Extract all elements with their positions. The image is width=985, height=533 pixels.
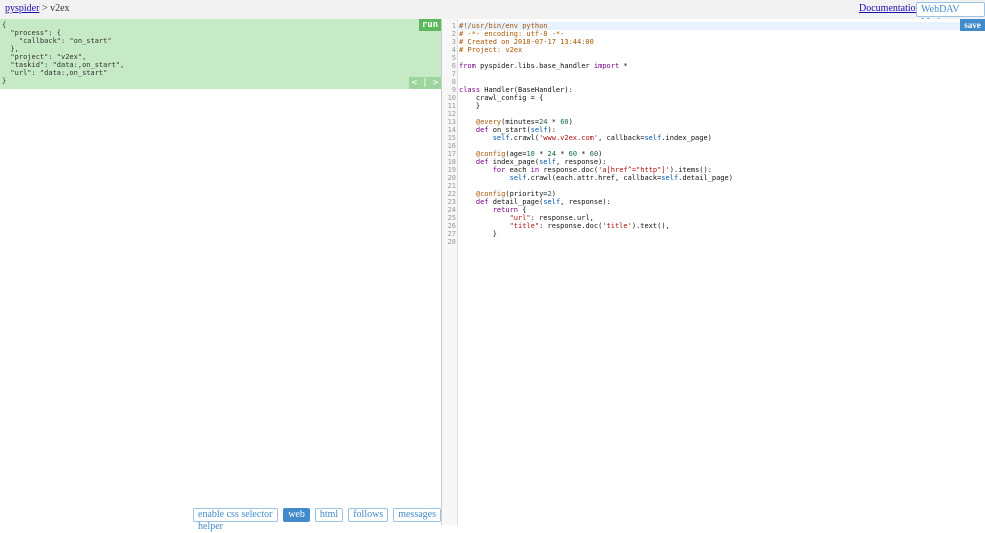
- task-json-line: "project": "v2ex",: [2, 53, 87, 61]
- line-number: 20: [447, 174, 456, 182]
- code-line: }: [459, 230, 497, 238]
- code-line: def on_start(self):: [475, 126, 556, 134]
- code-line: self.crawl('www.v2ex.com', callback=self…: [492, 134, 712, 142]
- task-json-line: "callback": "on_start": [2, 37, 112, 45]
- line-number-gutter: 1 2 3 4 5 6 7 8 9 10 11 12 13 14 15 16 17 18 19 20 21 22 23 24 2…: [442, 19, 458, 525]
- top-bar: pyspider > v2ex Documentation WebDAV Mod…: [0, 0, 985, 28]
- task-json-line: }: [2, 77, 7, 85]
- line-number: 7: [451, 70, 456, 78]
- line-number: 9: [451, 86, 456, 94]
- code-line: for each in response.doc('a[href^="http"…: [492, 166, 712, 174]
- line-number: 28: [447, 238, 456, 246]
- line-number: 15: [447, 134, 456, 142]
- task-json-panel[interactable]: { "process": { "callback": "on_start" },…: [0, 19, 441, 89]
- run-button[interactable]: run: [419, 19, 441, 31]
- line-number: 1: [451, 22, 456, 30]
- code-line: @every(minutes=24 * 60): [475, 118, 573, 126]
- line-number: 14: [447, 126, 456, 134]
- line-number: 11: [447, 102, 456, 110]
- debug-panel: { "process": { "callback": "on_start" },…: [0, 19, 441, 532]
- code-line: crawl_config = {: [459, 94, 544, 102]
- code-line: "url": response.url,: [509, 214, 594, 222]
- code-line: # Project: v2ex: [459, 46, 523, 54]
- line-number: 3: [451, 38, 456, 46]
- line-number: 17: [447, 150, 456, 158]
- tab-messages[interactable]: messages: [393, 508, 441, 522]
- line-number: 8: [451, 78, 456, 86]
- tab-html[interactable]: html: [314, 508, 344, 522]
- code-line: @config(age=10 * 24 * 60 * 60): [475, 150, 603, 158]
- code-line: def index_page(self, response):: [475, 158, 607, 166]
- breadcrumb-project: v2ex: [50, 3, 70, 14]
- line-number: 22: [447, 190, 456, 198]
- line-number: 25: [447, 214, 456, 222]
- breadcrumb-separator: >: [41, 3, 48, 14]
- line-number: 21: [447, 182, 456, 190]
- line-number: 10: [447, 94, 456, 102]
- code-line: # Created on 2018-07-17 13:44:00: [459, 38, 594, 46]
- webdav-mode-button[interactable]: WebDAV Mode: [916, 2, 985, 28]
- documentation-link[interactable]: Documentation: [859, 3, 921, 14]
- task-json-line: "taskid": "data:,on_start",: [2, 61, 125, 69]
- pager-separator: |: [422, 78, 428, 88]
- tab-css-selector-helper[interactable]: enable css selector helper: [193, 508, 279, 532]
- tab-follows[interactable]: follows: [348, 508, 389, 522]
- code-line: return {: [492, 206, 527, 214]
- line-number: 5: [451, 54, 456, 62]
- code-line: def detail_page(self, response):: [475, 198, 611, 206]
- next-task-button[interactable]: >: [433, 79, 438, 88]
- tab-web[interactable]: web: [283, 508, 310, 522]
- task-pager: < | >: [409, 77, 441, 89]
- breadcrumb: pyspider > v2ex: [5, 3, 70, 14]
- line-number: 4: [451, 46, 456, 54]
- code-editor[interactable]: 1 2 3 4 5 6 7 8 9 10 11 12 13 14 15 16 17 18 19 20 21 22 23 24 2…: [442, 19, 985, 525]
- task-json-text[interactable]: { "process": { "callback": "on_start" },…: [0, 19, 441, 87]
- task-json-line: "url": "data:,on_start": [2, 69, 108, 77]
- line-number: 12: [447, 110, 456, 118]
- code-line: @config(priority=2): [475, 190, 556, 198]
- code-line: #!/usr/bin/env python: [459, 22, 548, 30]
- code-line: }: [459, 102, 481, 110]
- line-number: 27: [447, 230, 456, 238]
- line-numbers: 1 2 3 4 5 6 7 8 9 10 11 12 13 14 15 16 17 18 19 20 21 22 23 24 2…: [442, 22, 456, 246]
- line-number: 23: [447, 198, 456, 206]
- line-number: 18: [447, 158, 456, 166]
- line-number: 19: [447, 166, 456, 174]
- line-number: 26: [447, 222, 456, 230]
- code-line: from pyspider.libs.base_handler import *: [459, 62, 628, 70]
- result-tabs: enable css selector helper web html foll…: [193, 508, 441, 532]
- line-number: 6: [451, 62, 456, 70]
- task-json-line: "process": {: [2, 29, 62, 37]
- code-line: "title": response.doc('title').text(),: [509, 222, 670, 230]
- line-number: 16: [447, 142, 456, 150]
- code-text[interactable]: #!/usr/bin/env python # -*- encoding: utf…: [459, 22, 733, 246]
- breadcrumb-root-link[interactable]: pyspider: [5, 3, 39, 14]
- line-number: 2: [451, 30, 456, 38]
- code-line: self.crawl(each.attr.href, callback=self…: [509, 174, 733, 182]
- code-line: class Handler(BaseHandler):: [459, 86, 573, 94]
- line-number: 13: [447, 118, 456, 126]
- code-line: # -*- encoding: utf-8 -*-: [459, 30, 565, 38]
- task-json-line: },: [2, 45, 19, 53]
- line-number: 24: [447, 206, 456, 214]
- save-button[interactable]: save: [960, 19, 985, 31]
- task-json-line: {: [2, 21, 7, 29]
- prev-task-button[interactable]: <: [412, 79, 417, 88]
